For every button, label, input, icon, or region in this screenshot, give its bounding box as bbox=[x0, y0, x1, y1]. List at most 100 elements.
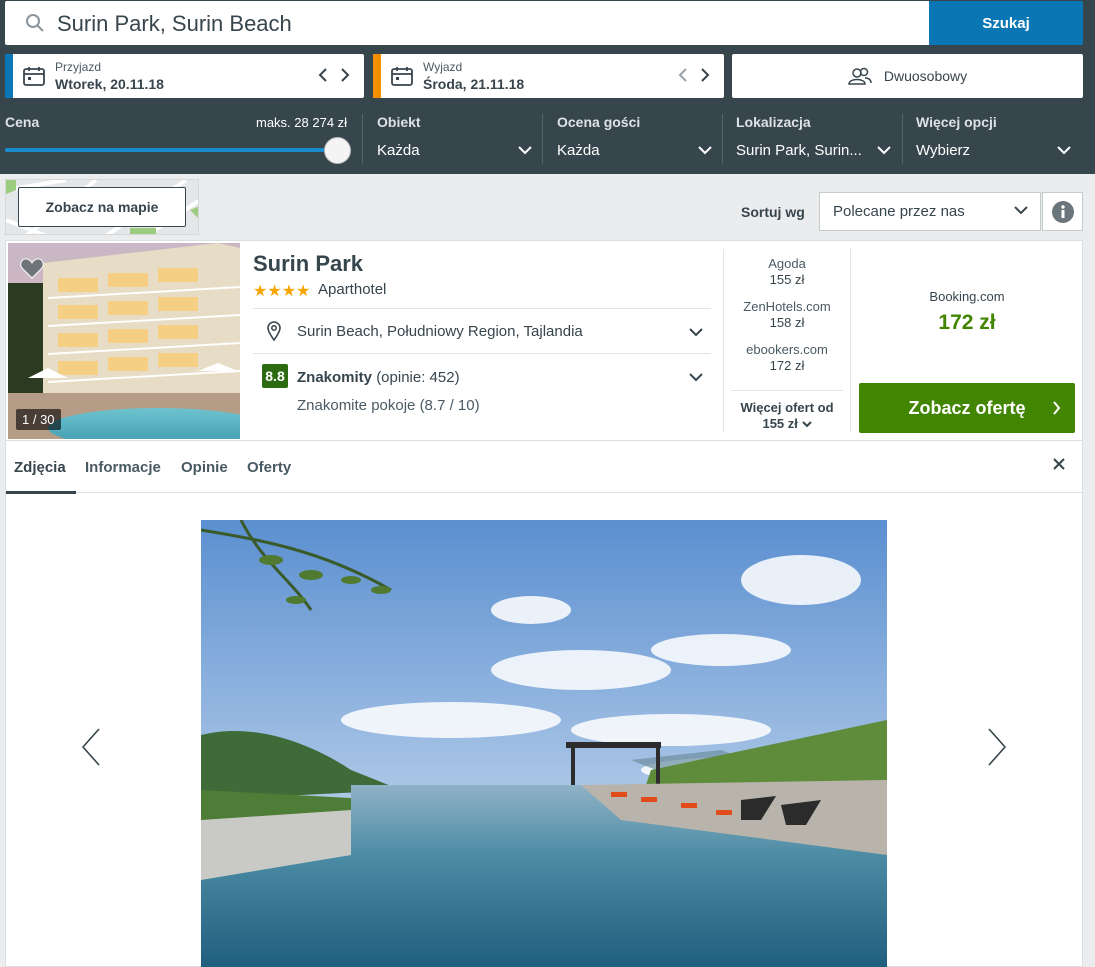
alt-deal-price: 172 zł bbox=[769, 358, 805, 373]
rating-filter-label: Ocena gości bbox=[557, 114, 641, 130]
chevron-down-icon bbox=[1057, 146, 1071, 155]
more-offers-label: Więcej ofert od bbox=[740, 400, 834, 415]
close-icon[interactable] bbox=[1052, 457, 1066, 471]
alt-deal-agoda[interactable]: Agoda 155 zł bbox=[727, 256, 847, 288]
chevron-down-icon bbox=[1014, 206, 1028, 215]
checkin-label: Przyjazd bbox=[55, 60, 102, 74]
sort-label: Sortuj wg bbox=[741, 204, 805, 220]
search-icon bbox=[26, 14, 44, 32]
checkin-stripe bbox=[5, 54, 13, 98]
checkout-label: Wyjazd bbox=[423, 60, 463, 74]
divider bbox=[850, 249, 851, 432]
heart-icon[interactable] bbox=[20, 257, 44, 279]
chevron-down-icon[interactable] bbox=[688, 372, 704, 382]
rating-score-badge: 8.8 bbox=[262, 364, 288, 388]
rating-filter-value: Każda bbox=[557, 142, 600, 159]
checkout-value: Środa, 21.11.18 bbox=[423, 76, 525, 92]
show-on-map-button[interactable]: Zobacz na mapie bbox=[18, 187, 186, 227]
sort-info-button[interactable] bbox=[1042, 192, 1083, 231]
hotel-result-card: 1 / 30 Surin Park ★★★★ Aparthotel Surin … bbox=[5, 240, 1083, 967]
more-options-label: Więcej opcji bbox=[916, 114, 997, 130]
view-deal-button[interactable]: Zobacz ofertę bbox=[859, 383, 1075, 433]
object-filter[interactable]: Obiekt Każda bbox=[377, 114, 532, 159]
active-tab-indicator bbox=[6, 491, 76, 494]
rating-filter[interactable]: Ocena gości Każda bbox=[557, 114, 712, 159]
chevron-down-icon bbox=[877, 146, 891, 155]
alt-deal-zenhotels[interactable]: ZenHotels.com 158 zł bbox=[727, 299, 847, 331]
price-max-label: maks. 28 274 zł bbox=[256, 115, 348, 130]
location-filter-label: Lokalizacja bbox=[736, 114, 811, 130]
gallery-next-arrow[interactable] bbox=[986, 727, 1008, 767]
chevron-right-icon bbox=[1053, 401, 1061, 415]
info-icon bbox=[1051, 200, 1074, 223]
location-filter[interactable]: Lokalizacja Surin Park, Surin... bbox=[736, 114, 891, 159]
sort-value: Polecane przez nas bbox=[833, 203, 965, 220]
filter-divider bbox=[362, 114, 363, 164]
room-type-selector[interactable]: Dwuosobowy bbox=[732, 54, 1083, 98]
checkin-field[interactable]: Przyjazd Wtorek, 20.11.18 bbox=[5, 54, 364, 98]
chevron-down-icon bbox=[698, 146, 712, 155]
price-slider-track[interactable] bbox=[5, 148, 335, 152]
divider bbox=[253, 353, 711, 354]
object-filter-value: Każda bbox=[377, 142, 420, 159]
chevron-down-icon bbox=[518, 146, 532, 155]
hotel-name[interactable]: Surin Park bbox=[253, 251, 363, 277]
rating-reviews: (opinie: 452) bbox=[376, 369, 460, 386]
alt-deal-price: 155 zł bbox=[769, 272, 805, 287]
alt-deal-site: ZenHotels.com bbox=[743, 299, 831, 314]
checkout-stripe bbox=[373, 54, 381, 98]
location-pin-icon bbox=[267, 321, 281, 341]
divider bbox=[253, 308, 711, 309]
filter-divider bbox=[902, 114, 903, 164]
photo-counter: 1 / 30 bbox=[16, 409, 61, 430]
location-filter-value: Surin Park, Surin... bbox=[736, 142, 862, 159]
gallery-photo-graphic bbox=[201, 520, 887, 967]
alt-deal-site: Agoda bbox=[768, 256, 806, 271]
sort-select[interactable]: Polecane przez nas bbox=[819, 192, 1041, 231]
alt-deal-price: 158 zł bbox=[769, 315, 805, 330]
checkin-value: Wtorek, 20.11.18 bbox=[55, 76, 164, 92]
tab-offers[interactable]: Oferty bbox=[247, 459, 291, 476]
guests-icon bbox=[848, 67, 872, 85]
chevron-down-icon bbox=[801, 421, 812, 428]
alt-deal-ebookers[interactable]: ebookers.com 172 zł bbox=[727, 342, 847, 374]
chevron-right-icon[interactable] bbox=[698, 66, 712, 84]
chevron-right-icon[interactable] bbox=[338, 66, 352, 84]
chevron-left-icon[interactable] bbox=[316, 66, 330, 84]
search-input[interactable]: Surin Park, Surin Beach bbox=[5, 1, 929, 45]
main-deal-site: Booking.com bbox=[929, 289, 1005, 304]
more-offers-price: 155 zł bbox=[762, 416, 798, 431]
more-options-value: Wybierz bbox=[916, 142, 971, 159]
hotel-photo[interactable]: 1 / 30 bbox=[8, 243, 240, 439]
object-filter-label: Obiekt bbox=[377, 114, 421, 130]
rating-detail: Znakomite pokoje (8.7 / 10) bbox=[297, 397, 480, 414]
hotel-type: Aparthotel bbox=[318, 281, 387, 298]
more-options-filter[interactable]: Więcej opcji Wybierz bbox=[916, 114, 1071, 159]
chevron-down-icon[interactable] bbox=[688, 327, 704, 337]
search-button[interactable]: Szukaj bbox=[929, 1, 1083, 45]
filter-divider bbox=[542, 114, 543, 164]
search-query: Surin Park, Surin Beach bbox=[57, 11, 292, 36]
more-offers-link[interactable]: Więcej ofert od 155 zł bbox=[731, 390, 843, 432]
price-slider-handle[interactable] bbox=[324, 137, 351, 164]
chevron-left-icon[interactable] bbox=[676, 66, 690, 84]
search-header: Surin Park, Surin Beach Szukaj Przyjazd … bbox=[0, 0, 1095, 174]
hotel-location: Surin Beach, Południowy Region, Tajlandi… bbox=[297, 323, 583, 340]
gallery-main-photo bbox=[201, 520, 887, 967]
star-rating: ★★★★ bbox=[253, 283, 311, 300]
rating-summary: Znakomity (opinie: 452) bbox=[297, 369, 460, 386]
rating-label: Znakomity bbox=[297, 369, 373, 386]
main-deal-price: 172 zł bbox=[938, 311, 996, 334]
calendar-icon bbox=[391, 67, 413, 86]
room-type-label: Dwuosobowy bbox=[883, 68, 968, 84]
tab-reviews[interactable]: Opinie bbox=[181, 459, 228, 476]
alt-deal-site: ebookers.com bbox=[746, 342, 828, 357]
tab-photos[interactable]: Zdjęcia bbox=[14, 459, 66, 476]
filter-divider bbox=[722, 114, 723, 164]
checkout-field[interactable]: Wyjazd Środa, 21.11.18 bbox=[373, 54, 724, 98]
calendar-icon bbox=[23, 67, 45, 86]
view-deal-label: Zobacz ofertę bbox=[908, 397, 1026, 418]
tab-info[interactable]: Informacje bbox=[85, 459, 161, 476]
divider bbox=[723, 249, 724, 432]
gallery-prev-arrow[interactable] bbox=[80, 727, 102, 767]
